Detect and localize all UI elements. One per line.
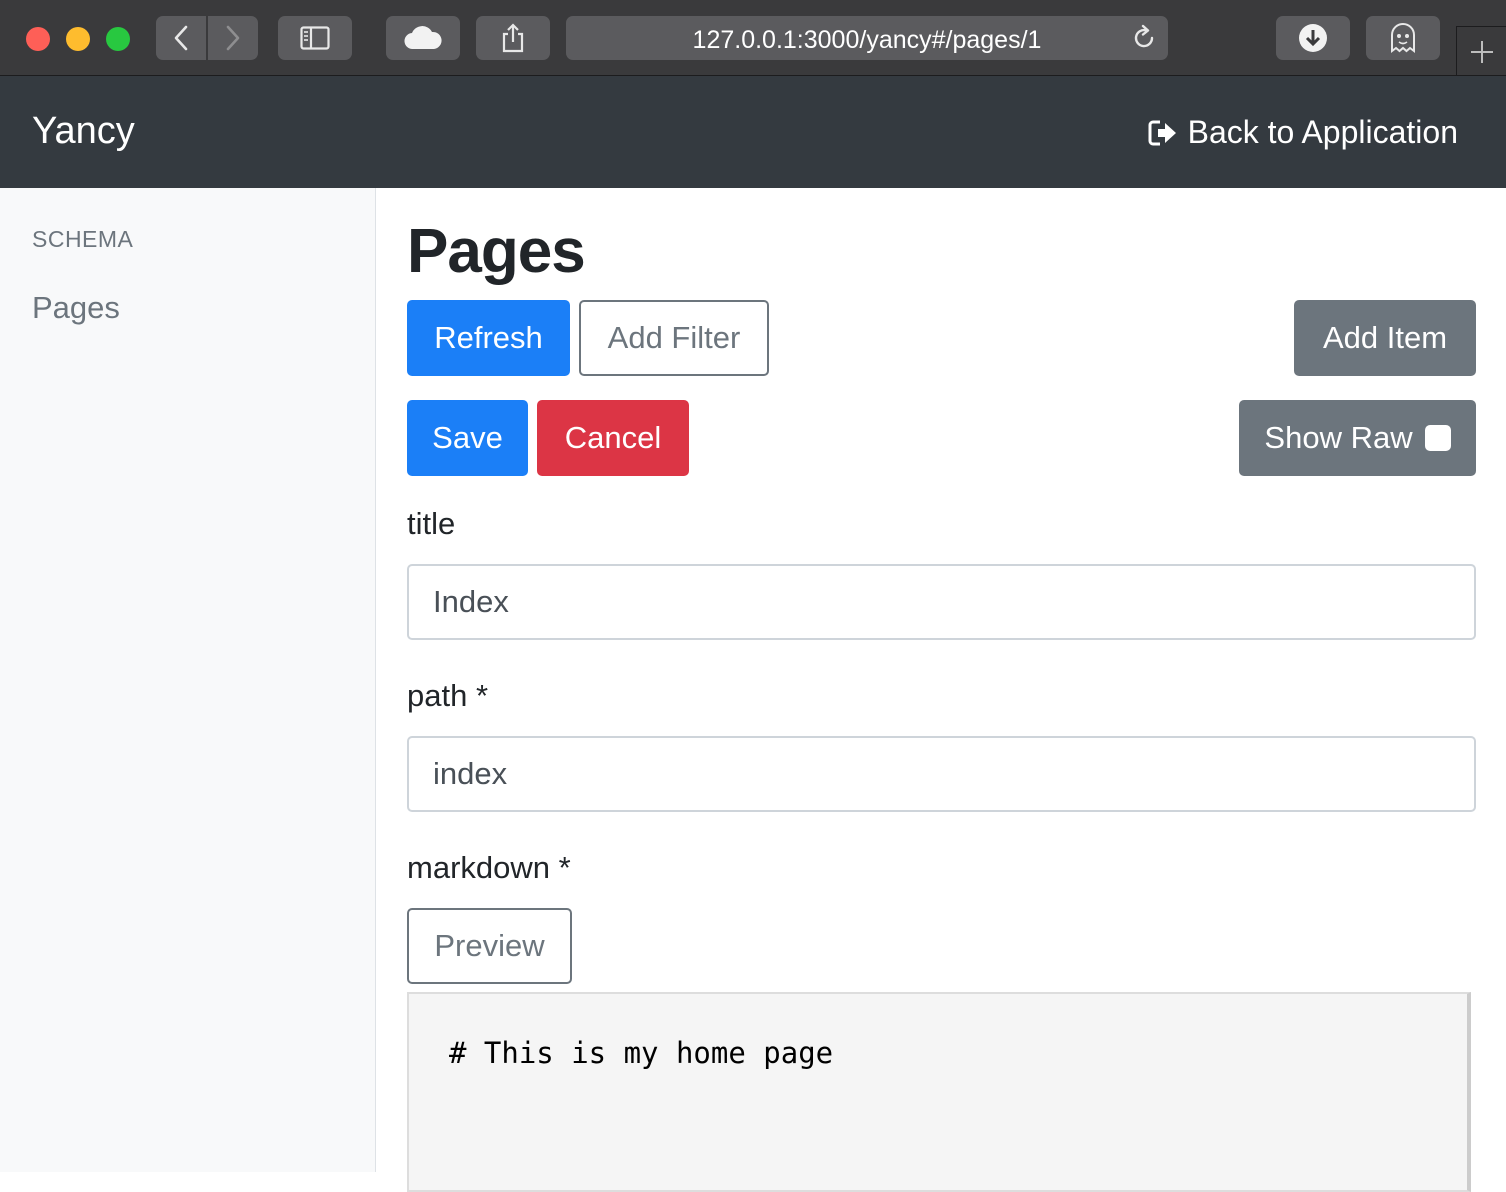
back-button[interactable]	[156, 16, 206, 60]
markdown-editor[interactable]: # This is my home page	[407, 992, 1471, 1192]
plus-icon	[1470, 40, 1493, 63]
forward-button[interactable]	[208, 16, 258, 60]
show-raw-toggle[interactable]: Show Raw	[1239, 400, 1476, 476]
sidebar-icon	[300, 26, 330, 50]
extension-button[interactable]	[1366, 16, 1440, 60]
new-tab-button[interactable]	[1456, 26, 1506, 76]
app-navbar: Yancy Back to Application	[0, 76, 1506, 188]
icloud-tabs-button[interactable]	[386, 16, 460, 60]
path-field-label: path *	[407, 678, 489, 713]
chevron-left-icon	[174, 25, 188, 51]
close-window-button[interactable]	[26, 27, 50, 51]
save-button[interactable]: Save	[407, 400, 528, 476]
brand-logo[interactable]: Yancy	[32, 110, 135, 153]
add-item-button[interactable]: Add Item	[1294, 300, 1476, 376]
sidebar-item-pages[interactable]: Pages	[32, 290, 120, 326]
markdown-editor-line: # This is my home page	[449, 1036, 834, 1070]
show-raw-checkbox[interactable]	[1424, 425, 1451, 451]
address-bar[interactable]: 127.0.0.1:3000/yancy#/pages/1	[566, 16, 1168, 60]
show-raw-label: Show Raw	[1264, 420, 1413, 455]
sign-out-icon	[1148, 120, 1176, 145]
path-input[interactable]	[407, 736, 1476, 812]
reload-icon[interactable]	[1130, 24, 1158, 52]
back-link-label: Back to Application	[1187, 114, 1458, 150]
refresh-button[interactable]: Refresh	[407, 300, 570, 376]
download-icon	[1299, 24, 1327, 52]
sidebar-toggle-button[interactable]	[278, 16, 352, 60]
chevron-right-icon	[226, 25, 240, 51]
browser-toolbar: 127.0.0.1:3000/yancy#/pages/1	[0, 0, 1506, 76]
cloud-icon	[404, 26, 442, 50]
title-field-label: title	[407, 506, 456, 541]
markdown-field-label: markdown *	[407, 850, 571, 885]
preview-button[interactable]: Preview	[407, 908, 572, 984]
zoom-window-button[interactable]	[106, 27, 130, 51]
sidebar: SCHEMA Pages	[0, 188, 376, 1172]
ghost-icon	[1391, 23, 1415, 53]
share-icon	[502, 23, 524, 53]
url-text: 127.0.0.1:3000/yancy#/pages/1	[692, 26, 1042, 54]
main-content: Pages Refresh Add Filter Add Item Save C…	[377, 188, 1506, 1192]
downloads-button[interactable]	[1276, 16, 1350, 60]
sidebar-heading: SCHEMA	[32, 226, 134, 252]
cancel-button[interactable]: Cancel	[537, 400, 689, 476]
page-title: Pages	[407, 217, 586, 286]
share-button[interactable]	[476, 16, 550, 60]
title-input[interactable]	[407, 564, 1476, 640]
minimize-window-button[interactable]	[66, 27, 90, 51]
add-filter-button[interactable]: Add Filter	[579, 300, 769, 376]
back-to-application-link[interactable]: Back to Application	[1148, 114, 1458, 151]
